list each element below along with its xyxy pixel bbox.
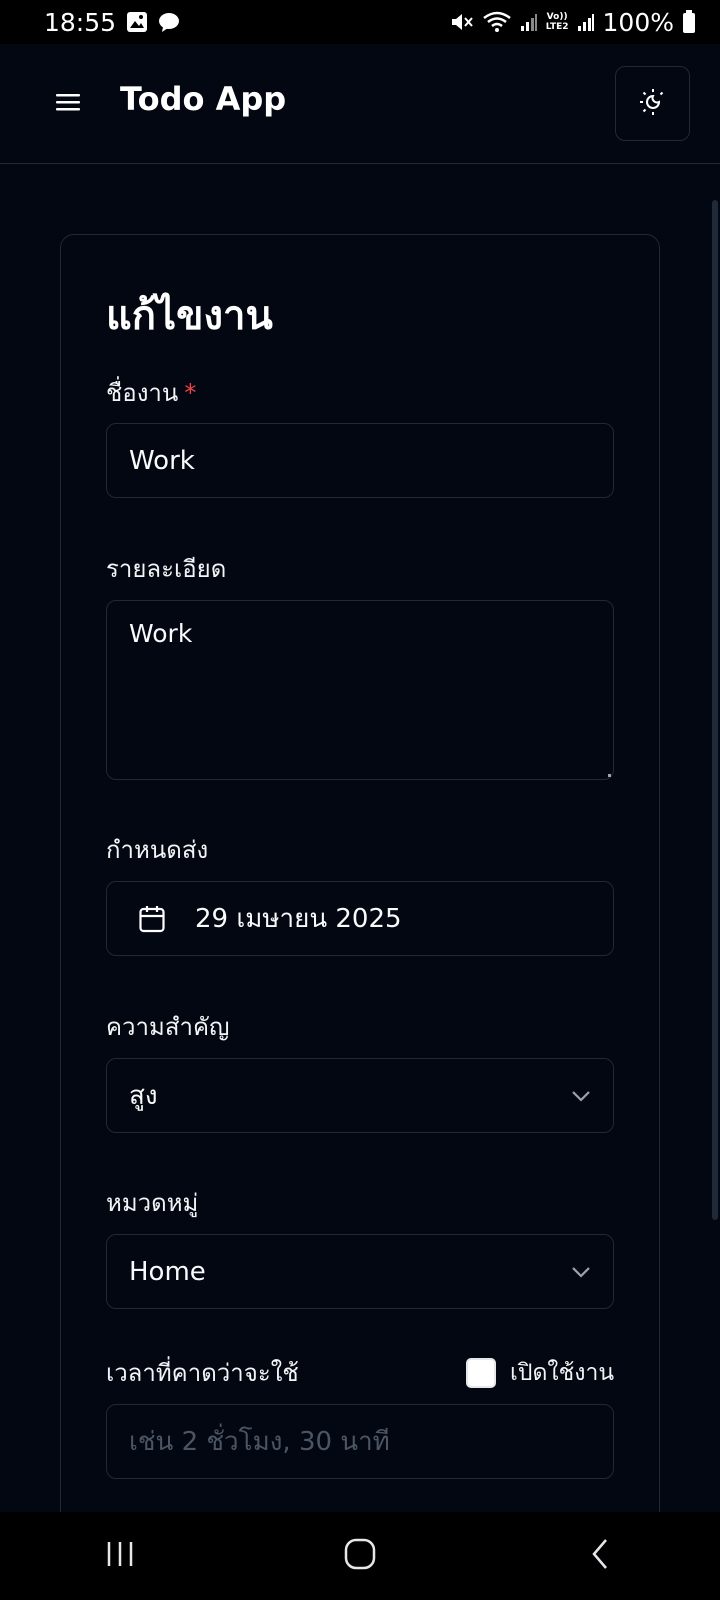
battery-percent: 100% [602,7,674,37]
page-title: แก้ไขงาน [106,293,273,339]
estimate-toggle-label: เปิดใช้งาน [510,1360,615,1386]
back-chevron-icon [590,1538,610,1574]
home-icon [344,1538,376,1574]
estimate-input[interactable]: เช่น 2 ชั่วโมง, 30 นาที [106,1404,614,1479]
chevron-down-icon [571,1090,591,1102]
chevron-down-icon [571,1266,591,1278]
task-name-input[interactable]: Work [106,423,614,498]
battery-icon [682,10,696,34]
app-header: Todo App [0,44,720,164]
edit-task-card: แก้ไขงาน ชื่องาน * Work รายละเอียด Work ก… [60,234,660,1534]
system-nav-bar [0,1512,720,1600]
wifi-icon [482,10,512,34]
category-label: หมวดหมู่ [106,1189,199,1217]
due-date-label: กำหนดส่ง [106,836,209,864]
task-name-label: ชื่องาน * [106,379,197,407]
status-time: 18:55 [44,7,117,37]
mute-icon [450,11,474,33]
priority-select[interactable]: สูง [106,1058,614,1133]
hamburger-menu-icon [56,92,80,116]
priority-label: ความสำคัญ [106,1013,230,1041]
resize-handle-icon[interactable] [608,774,611,777]
estimate-checkbox[interactable] [466,1358,496,1388]
estimate-toggle[interactable]: เปิดใช้งาน [466,1355,614,1391]
signal-icon [520,12,538,32]
home-button[interactable] [320,1526,400,1586]
page-scrollbar[interactable] [712,200,718,1220]
estimate-label: เวลาที่คาดว่าจะใช้ [106,1359,299,1387]
description-textarea[interactable]: Work [106,600,614,780]
theme-toggle-button[interactable] [615,66,690,141]
back-button[interactable] [560,1526,640,1586]
category-select[interactable]: Home [106,1234,614,1309]
signal-icon-2 [577,12,595,32]
menu-button[interactable] [52,88,84,120]
app-title: Todo App [120,80,287,118]
status-bar: 18:55 Vo)) LTE2 100% [0,0,720,44]
sun-moon-icon [639,88,667,120]
recent-apps-icon [105,1540,135,1572]
chat-bubble-icon [158,11,180,33]
due-date-picker[interactable]: 29 เมษายน 2025 [106,881,614,956]
recent-apps-button[interactable] [80,1526,160,1586]
calendar-icon [139,905,165,933]
volte-indicator: Vo)) LTE2 [545,12,569,32]
required-mark: * [184,379,197,407]
gallery-icon [126,11,148,33]
description-label: รายละเอียด [106,555,227,583]
